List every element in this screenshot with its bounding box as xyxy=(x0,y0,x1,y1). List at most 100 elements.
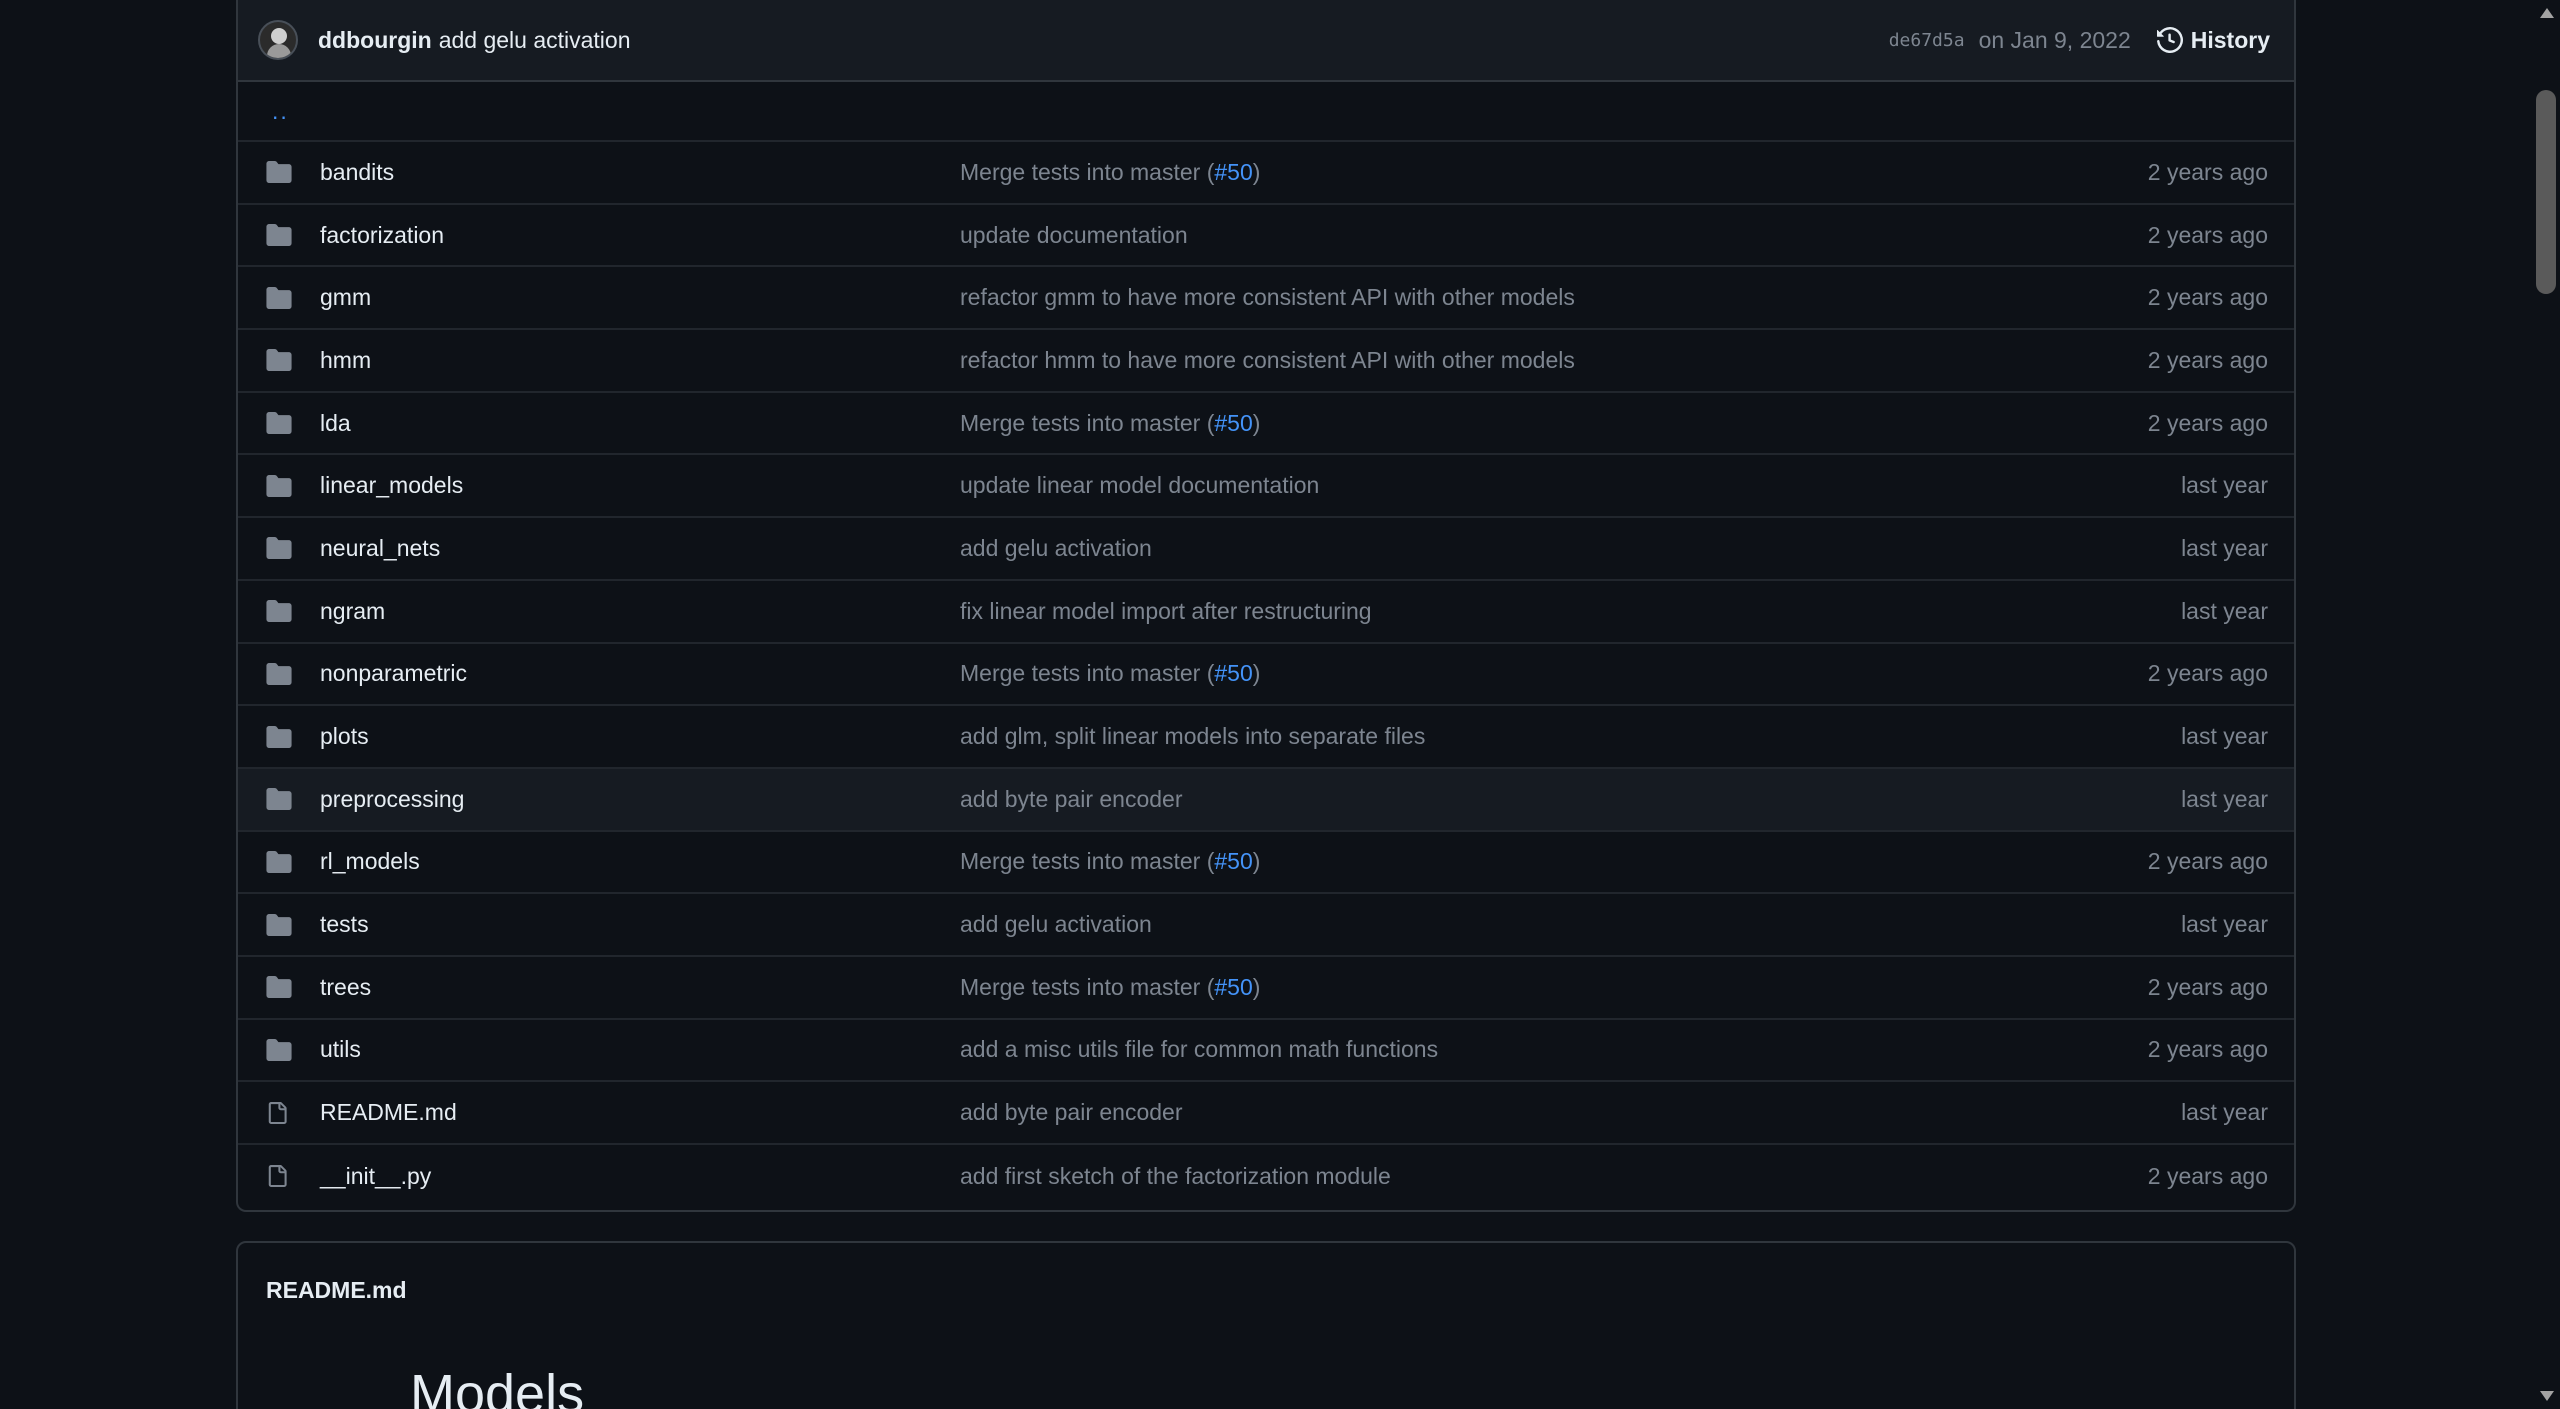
file-name-link[interactable]: linear_models xyxy=(320,472,463,499)
file-name-link[interactable]: ngram xyxy=(320,598,385,625)
commit-message-text: add a misc utils file for common math fu… xyxy=(960,1036,1439,1063)
file-row[interactable]: rl_models Merge tests into master (#50) 2 … xyxy=(238,832,2294,895)
history-button[interactable]: History xyxy=(2156,26,2270,54)
file-row[interactable]: hmm refactor hmm to have more consistent … xyxy=(238,330,2294,393)
file-name-link[interactable]: tests xyxy=(320,911,369,938)
scroll-down-arrow-icon[interactable] xyxy=(2540,1391,2554,1401)
commit-message[interactable]: add gelu activation xyxy=(439,27,631,54)
file-row[interactable]: preprocessing add byte pair encoder last y… xyxy=(238,768,2294,832)
commit-message-link[interactable]: add byte pair encoder xyxy=(960,786,1183,813)
commit-message-link[interactable]: Merge tests into master (#50) xyxy=(960,660,1260,687)
commit-message-text: update linear model documentation xyxy=(960,472,1320,499)
page: ddbourgin add gelu activation de67d5a on… xyxy=(0,0,2560,1409)
file-name-link[interactable]: hmm xyxy=(320,347,371,374)
file-row[interactable]: trees Merge tests into master (#50) 2 year… xyxy=(238,957,2294,1020)
file-name-link[interactable]: gmm xyxy=(320,284,371,311)
commit-age: last year xyxy=(2181,723,2268,750)
commit-message-text: Merge tests into master ( xyxy=(960,409,1215,436)
readme-heading: Models xyxy=(410,1364,585,1409)
commit-age: 2 years ago xyxy=(2147,346,2268,373)
commit-message-link[interactable]: fix linear model import after restructur… xyxy=(960,598,1372,625)
pull-request-link[interactable]: #50 xyxy=(1214,410,1252,436)
scrollbar[interactable] xyxy=(2532,0,2560,1409)
commit-age: last year xyxy=(2181,911,2268,938)
commit-message-link[interactable]: add byte pair encoder xyxy=(960,1099,1183,1126)
file-row[interactable]: nonparametric Merge tests into master (#5… xyxy=(238,644,2294,707)
commit-age: 2 years ago xyxy=(2147,973,2268,1000)
folder-icon xyxy=(238,850,320,873)
file-icon xyxy=(238,1163,320,1189)
commit-message-link[interactable]: Merge tests into master (#50) xyxy=(960,848,1260,875)
file-row[interactable]: linear_models update linear model documen… xyxy=(238,455,2294,519)
file-row[interactable]: ngram fix linear model import after restr… xyxy=(238,581,2294,644)
file-name-link[interactable]: lda xyxy=(320,410,351,437)
commit-message-link[interactable]: Merge tests into master (#50) xyxy=(960,159,1260,186)
file-row[interactable]: utils add a misc utils file for common ma… xyxy=(238,1020,2294,1083)
file-row[interactable]: plots add glm, split linear models into s… xyxy=(238,706,2294,769)
commit-message-link[interactable]: add gelu activation xyxy=(960,535,1152,562)
file-row[interactable]: lda Merge tests into master (#50) 2 years … xyxy=(238,393,2294,456)
commit-age: 2 years ago xyxy=(2147,409,2268,436)
pull-request-link[interactable]: #50 xyxy=(1214,848,1252,874)
commit-message-link[interactable]: refactor hmm to have more consistent API… xyxy=(960,347,1575,374)
scroll-thumb[interactable] xyxy=(2536,90,2556,294)
folder-icon xyxy=(238,286,320,309)
file-name-link[interactable]: nonparametric xyxy=(320,660,467,687)
file-name-link[interactable]: utils xyxy=(320,1036,361,1063)
commit-age: last year xyxy=(2181,785,2268,812)
pull-request-link[interactable]: #50 xyxy=(1214,159,1252,185)
commit-message-text: Merge tests into master ( xyxy=(960,660,1215,687)
pull-request-link[interactable]: #50 xyxy=(1214,974,1252,1000)
commit-message-text: Merge tests into master ( xyxy=(960,848,1215,875)
folder-icon xyxy=(238,412,320,435)
readme-panel: README.md Models xyxy=(236,1241,2296,1409)
commit-message-link[interactable]: refactor gmm to have more consistent API… xyxy=(960,284,1575,311)
commit-message-link[interactable]: add glm, split linear models into separa… xyxy=(960,723,1425,750)
file-name-link[interactable]: trees xyxy=(320,974,371,1001)
commit-message-link[interactable]: update documentation xyxy=(960,222,1188,249)
file-name-link[interactable]: README.md xyxy=(320,1099,457,1126)
file-row[interactable]: gmm refactor gmm to have more consistent … xyxy=(238,267,2294,331)
commit-message-tail: ) xyxy=(1252,973,1261,1000)
avatar[interactable] xyxy=(258,20,298,60)
folder-icon xyxy=(238,224,320,247)
file-name-link[interactable]: plots xyxy=(320,723,369,750)
commit-message-link[interactable]: add first sketch of the factorization mo… xyxy=(960,1163,1391,1190)
pull-request-link[interactable]: #50 xyxy=(1214,660,1252,686)
file-name-link[interactable]: __init__.py xyxy=(320,1163,431,1190)
folder-icon xyxy=(238,725,320,748)
commit-message-text: Merge tests into master ( xyxy=(960,973,1215,1000)
file-name-link[interactable]: rl_models xyxy=(320,848,420,875)
commit-message-text: add byte pair encoder xyxy=(960,785,1183,812)
commit-age: last year xyxy=(2181,472,2268,499)
file-name-link[interactable]: preprocessing xyxy=(320,786,464,813)
file-row[interactable]: README.md add byte pair encoder last year xyxy=(238,1082,2294,1145)
commit-age: last year xyxy=(2181,1099,2268,1126)
file-row[interactable]: tests add gelu activation last year xyxy=(238,894,2294,957)
folder-icon xyxy=(238,349,320,372)
file-row[interactable]: __init__.py add first sketch of the facto… xyxy=(238,1145,2294,1208)
file-row[interactable]: bandits Merge tests into master (#50) 2 ye… xyxy=(238,142,2294,205)
readme-title[interactable]: README.md xyxy=(266,1277,407,1304)
commit-message-link[interactable]: Merge tests into master (#50) xyxy=(960,410,1260,437)
commit-message-text: fix linear model import after restructur… xyxy=(960,597,1372,624)
history-label: History xyxy=(2190,26,2270,53)
commit-message-link[interactable]: add gelu activation xyxy=(960,911,1152,938)
commit-message-link[interactable]: update linear model documentation xyxy=(960,472,1319,499)
commit-age: last year xyxy=(2181,534,2268,561)
file-name-link[interactable]: bandits xyxy=(320,159,394,186)
commit-message-tail: ) xyxy=(1252,409,1261,436)
file-row[interactable]: neural_nets add gelu activation last year xyxy=(238,518,2294,581)
file-name-link[interactable]: factorization xyxy=(320,222,444,249)
folder-icon xyxy=(238,600,320,623)
commit-author[interactable]: ddbourgin xyxy=(318,27,432,54)
scroll-up-arrow-icon[interactable] xyxy=(2540,8,2554,18)
commit-message-link[interactable]: Merge tests into master (#50) xyxy=(960,974,1260,1001)
file-name-link[interactable]: neural_nets xyxy=(320,535,440,562)
file-row[interactable]: factorization update documentation 2 years… xyxy=(238,205,2294,268)
commit-message-link[interactable]: add a misc utils file for common math fu… xyxy=(960,1036,1438,1063)
file-icon xyxy=(238,1100,320,1126)
commit-sha[interactable]: de67d5a xyxy=(1889,30,1965,51)
commit-age: 2 years ago xyxy=(2147,1036,2268,1063)
parent-directory-link[interactable]: .. xyxy=(238,82,2294,142)
